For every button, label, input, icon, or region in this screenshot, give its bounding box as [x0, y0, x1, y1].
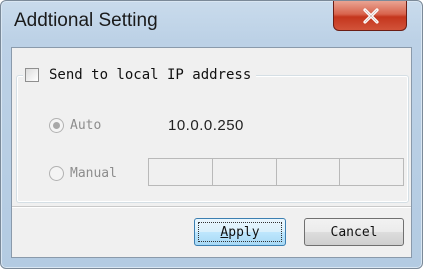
- manual-radio[interactable]: [49, 166, 64, 181]
- apply-button[interactable]: Apply: [194, 218, 286, 246]
- auto-label: Auto: [70, 118, 102, 133]
- close-button[interactable]: [333, 1, 407, 31]
- manual-ip-input[interactable]: [148, 158, 404, 186]
- title-bar[interactable]: Addtional Setting: [1, 1, 422, 47]
- manual-radio-option[interactable]: Manual: [49, 166, 117, 181]
- cancel-button[interactable]: Cancel: [304, 218, 404, 246]
- auto-radio[interactable]: [49, 118, 64, 133]
- auto-ip-address: 10.0.0.250: [168, 117, 244, 134]
- button-divider: [12, 206, 411, 208]
- ip-octet-3[interactable]: [277, 159, 341, 185]
- send-local-ip-label: Send to local IP address: [49, 67, 252, 83]
- dialog-window: Addtional Setting Send to local IP addre…: [0, 0, 423, 269]
- dialog-content: Send to local IP address Auto 10.0.0.250…: [11, 47, 412, 258]
- ip-octet-1[interactable]: [149, 159, 213, 185]
- focus-rectangle: [198, 222, 282, 242]
- send-local-ip-checkbox[interactable]: [25, 68, 39, 82]
- close-icon: [363, 8, 379, 24]
- ip-octet-2[interactable]: [213, 159, 277, 185]
- ip-octet-4[interactable]: [340, 159, 403, 185]
- window-title: Addtional Setting: [14, 10, 158, 31]
- send-local-ip-option[interactable]: Send to local IP address: [23, 64, 257, 86]
- manual-label: Manual: [70, 166, 117, 181]
- cancel-label: Cancel: [330, 224, 378, 240]
- auto-radio-option[interactable]: Auto: [49, 118, 101, 133]
